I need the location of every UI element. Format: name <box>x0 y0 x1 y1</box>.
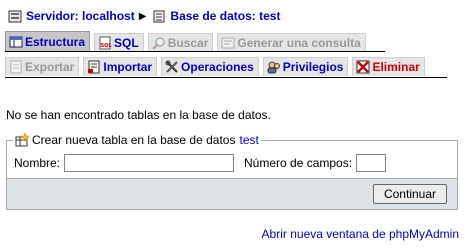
tab-privilegios[interactable]: Privilegios <box>262 57 349 76</box>
create-table-legend-text: Crear nueva tabla en la base de datos <box>32 133 236 147</box>
tab-generar-consulta[interactable]: Generar una consulta <box>217 33 366 52</box>
import-icon <box>88 60 100 74</box>
tab-exportar[interactable]: Exportar <box>5 57 80 76</box>
no-tables-message: No se han encontrado tablas en la base d… <box>6 108 271 122</box>
tabs-row-1: Estructura SQL SQL Buscar Generar una co… <box>5 31 366 52</box>
tabs-row-2: Exportar Importar Operaciones Privilegio… <box>5 57 425 76</box>
tab-buscar[interactable]: Buscar <box>147 33 214 52</box>
name-label: Nombre: <box>14 156 61 170</box>
structure-icon <box>9 36 23 48</box>
sql-icon: SQL <box>99 36 113 50</box>
search-icon <box>151 37 165 50</box>
tab-label: Importar <box>103 60 153 74</box>
database-icon <box>153 10 165 22</box>
tab-label: Privilegios <box>282 60 344 74</box>
tab-label: Exportar <box>25 60 75 74</box>
tab-label: Generar una consulta <box>237 36 361 50</box>
breadcrumb: Servidor: localhost ▶ Base de datos: tes… <box>8 7 280 25</box>
tab-eliminar[interactable]: Eliminar <box>352 57 425 76</box>
tabs-row-2-divider <box>5 77 447 78</box>
tab-label: Eliminar <box>372 60 420 74</box>
create-table-footer: Continuar <box>7 178 457 209</box>
privileges-icon <box>267 61 280 74</box>
tab-importar[interactable]: Importar <box>83 57 158 76</box>
query-icon <box>221 37 235 49</box>
new-table-icon <box>15 133 29 147</box>
operations-icon <box>165 60 178 73</box>
breadcrumb-separator-icon: ▶ <box>138 10 147 22</box>
database-link[interactable]: Base de datos: test <box>170 9 280 23</box>
tab-label: Buscar <box>167 36 209 50</box>
create-table-fields: Nombre: Número de campos: <box>14 154 387 172</box>
export-icon <box>10 60 22 74</box>
tab-label: SQL <box>114 36 139 50</box>
tab-label: Operaciones <box>181 60 254 74</box>
tabs-row-1-divider <box>5 51 385 52</box>
create-table-form: Crear nueva tabla en la base de datos te… <box>6 133 458 210</box>
tab-sql[interactable]: SQL SQL <box>94 33 144 52</box>
fields-count-label: Número de campos: <box>244 156 353 170</box>
tab-estructura[interactable]: Estructura <box>5 31 91 52</box>
continue-button[interactable]: Continuar <box>372 184 447 204</box>
open-new-window-link[interactable]: Abrir nueva ventana de phpMyAdmin <box>262 227 459 241</box>
fields-count-input[interactable] <box>356 154 387 172</box>
create-table-legend: Crear nueva tabla en la base de datos te… <box>13 133 261 147</box>
drop-icon <box>356 60 370 74</box>
tab-label: Estructura <box>25 35 86 49</box>
create-table-db-link[interactable]: test <box>239 133 258 147</box>
tab-operaciones[interactable]: Operaciones <box>161 57 259 76</box>
table-name-input[interactable] <box>64 154 235 172</box>
server-link[interactable]: Servidor: localhost <box>26 9 135 23</box>
server-icon <box>8 10 22 22</box>
svg-text:SQL: SQL <box>101 43 113 49</box>
